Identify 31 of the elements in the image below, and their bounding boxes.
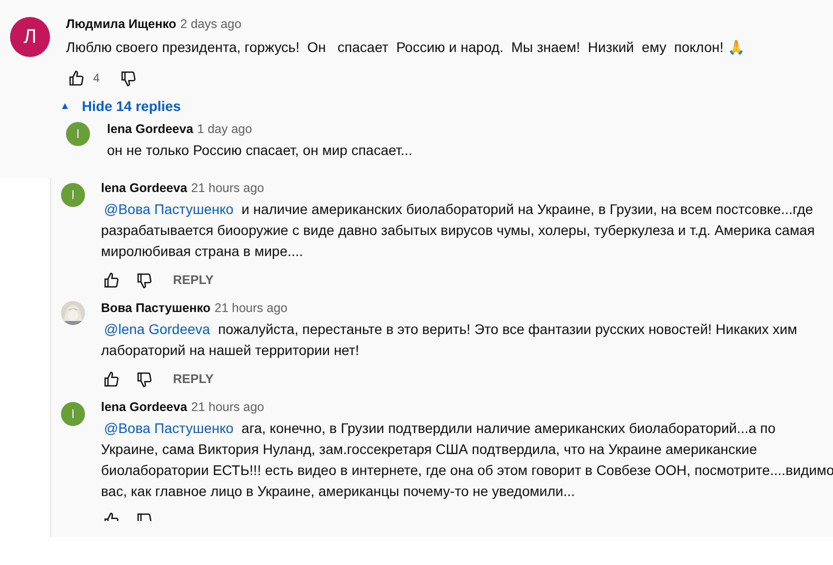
comment-time[interactable]: 21 hours ago (191, 181, 264, 195)
comment-author[interactable]: lena Gordeeva (101, 400, 188, 414)
comment-time[interactable]: 2 days ago (180, 17, 242, 31)
comment-author[interactable]: lena Gordeeva (101, 181, 188, 195)
avatar: l (66, 122, 90, 146)
comment-author[interactable]: Вова Пастушенко (101, 301, 211, 315)
avatar: Л (10, 17, 50, 57)
comment-text: @lena Gordeeva пожалуйста, перестаньте в это верить! Это все фантазии русских новостей! Никаких хим (103, 320, 798, 339)
comment-author[interactable]: Людмила Ищенко (66, 17, 176, 31)
comment-text: разрабатывается биооружие с виде давно забытых вирусов чумы, холеры, туберкулеза и т.д. Америка самая (101, 221, 815, 240)
comment-text: Люблю своего президента, горжусь! Он спасает Россию и народ. Мы знаем! Низкий ему поклон! 🙏 (66, 38, 744, 57)
reply-button[interactable]: REPLY (167, 273, 220, 287)
mention-link[interactable]: @Вова Пастушенко (104, 201, 234, 217)
mention-link[interactable]: @lena Gordeeva (104, 321, 210, 337)
avatar: l (61, 183, 85, 207)
like-count: 4 (93, 71, 100, 85)
comment-author[interactable]: lena Gordeeva (107, 122, 194, 136)
comment-text: @Вова Пастушенко ага, конечно, в Грузии подтвердили наличие американских биолабораторий...а по (103, 419, 777, 438)
comment-text: лабораторий на нашей территории нет! (101, 341, 360, 360)
comment-time[interactable]: 1 day ago (197, 122, 252, 136)
reply-button[interactable]: REPLY (167, 372, 220, 386)
comment-text: вас, как главное лицо в Украине, американцы почему-то не уведомили... (101, 482, 576, 501)
comment-text: Украине, сама Виктория Нуланд, зам.госсекретаря США подтвердила, что на Украине американские (101, 440, 758, 459)
comment-time[interactable]: 21 hours ago (214, 301, 288, 315)
comment-text: миролюбивая страна в мире.... (101, 242, 304, 261)
hide-replies-button[interactable]: ▲ Hide 14 replies (60, 98, 744, 114)
comment-time[interactable]: 21 hours ago (191, 400, 264, 414)
comment-text: он не только Россию спасает, он мир спасает... (107, 141, 412, 160)
comment-text: @Вова Пастушенко и наличие американских биолабораторий на Украине, в Грузии, на всем постсовке...где (103, 200, 814, 219)
mention-link[interactable]: @Вова Пастушенко (104, 420, 234, 436)
avatar: l (61, 402, 85, 426)
